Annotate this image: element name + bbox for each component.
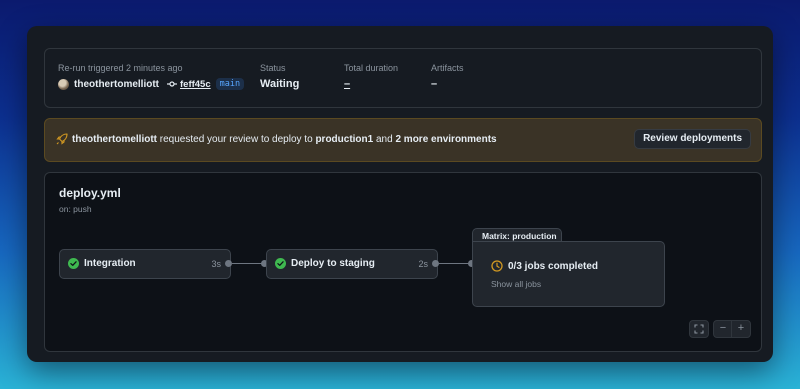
review-deployments-button[interactable]: Review deployments (634, 129, 751, 149)
status-label: Status (260, 63, 286, 73)
job-deploy-staging[interactable]: Deploy to staging 2s (266, 249, 438, 279)
job-integration[interactable]: Integration 3s (59, 249, 231, 279)
review-request-text: theothertomelliott requested your review… (72, 134, 497, 145)
banner-text-and: and (373, 134, 396, 145)
avatar[interactable] (58, 78, 69, 90)
check-circle-icon (68, 258, 79, 269)
minus-icon: − (719, 322, 727, 334)
commit-link[interactable]: feff45c (167, 79, 211, 90)
zoom-out-button[interactable]: − (713, 320, 733, 338)
git-commit-icon (167, 81, 177, 87)
rocket-icon (56, 133, 68, 145)
check-circle-icon (275, 258, 286, 269)
show-all-jobs-link[interactable]: Show all jobs (491, 279, 541, 289)
plus-icon: + (737, 322, 745, 334)
duration-label: Total duration (344, 63, 399, 73)
matrix-production-card[interactable]: 0/3 jobs completed Show all jobs (472, 241, 665, 307)
matrix-status: 0/3 jobs completed (508, 261, 599, 272)
trigger-column: Re-run triggered 2 minutes ago theothert… (58, 63, 245, 90)
duration-value[interactable]: – (344, 78, 398, 90)
commit-hash[interactable]: feff45c (180, 79, 211, 90)
zoom-in-button[interactable]: + (731, 320, 751, 338)
more-environments: 2 more environments (395, 134, 497, 145)
fullscreen-icon (694, 324, 704, 334)
connector-line (439, 263, 469, 264)
trigger-label: Re-run triggered 2 minutes ago (58, 63, 183, 73)
workflow-trigger: on: push (59, 204, 92, 214)
actor-username[interactable]: theothertomelliott (74, 79, 159, 90)
banner-text-middle: requested your review to deploy to (157, 134, 316, 145)
requester-username[interactable]: theothertomelliott (72, 134, 157, 145)
branch-badge[interactable]: main (215, 78, 245, 90)
connector-dot (225, 260, 232, 267)
workflow-graph: deploy.yml on: push Integration 3s Deplo… (44, 172, 762, 352)
workflow-file-name[interactable]: deploy.yml (59, 186, 121, 200)
job-name: Deploy to staging (291, 258, 375, 269)
job-duration: 2s (418, 259, 428, 269)
artifacts-label: Artifacts (431, 63, 464, 73)
workflow-run-window: Re-run triggered 2 minutes ago theothert… (27, 26, 773, 362)
review-request-banner: theothertomelliott requested your review… (44, 118, 762, 162)
connector-dot (432, 260, 439, 267)
environment-name: production1 (315, 134, 374, 145)
run-summary-card: Re-run triggered 2 minutes ago theothert… (44, 48, 762, 108)
clock-icon (491, 260, 503, 272)
job-name: Integration (84, 258, 136, 269)
job-duration: 3s (211, 259, 221, 269)
connector-line (232, 263, 262, 264)
artifacts-column: Artifacts – (431, 63, 464, 90)
artifacts-value: – (431, 78, 438, 90)
status-column: Status Waiting (260, 63, 299, 90)
fullscreen-button[interactable] (689, 320, 709, 338)
duration-column: Total duration – (344, 63, 398, 90)
status-value: Waiting (260, 78, 300, 90)
